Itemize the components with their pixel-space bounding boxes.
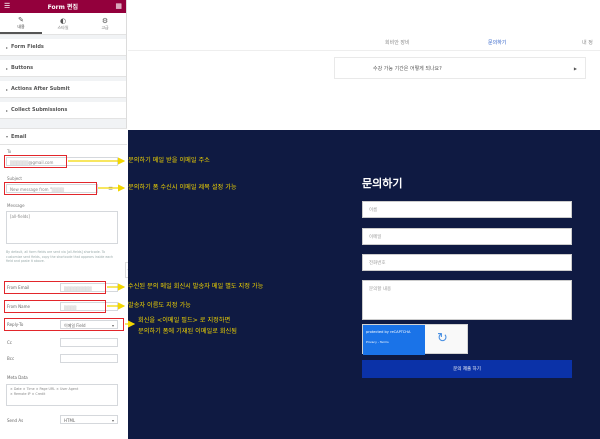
annotation-to: 문의하기 메일 받을 이메일 주소 bbox=[128, 157, 210, 164]
annotation-subject: 문의하기 폼 수신시 이메일 제목 설정 가능 bbox=[128, 184, 237, 191]
annotation-reply-to-1: 회신을 <이메일 필드> 로 지정하면 bbox=[138, 317, 231, 324]
annotation-from-email: 수신된 문의 메일 회신시 발송자 메일 별도 지정 가능 bbox=[128, 283, 264, 290]
annotation-arrows bbox=[68, 157, 136, 328]
annotation-reply-to-2: 문의하기 폼에 기재된 이메일로 회신됨 bbox=[138, 328, 237, 335]
annotation-from-name: 발송자 이름도 지정 가능 bbox=[128, 302, 191, 309]
